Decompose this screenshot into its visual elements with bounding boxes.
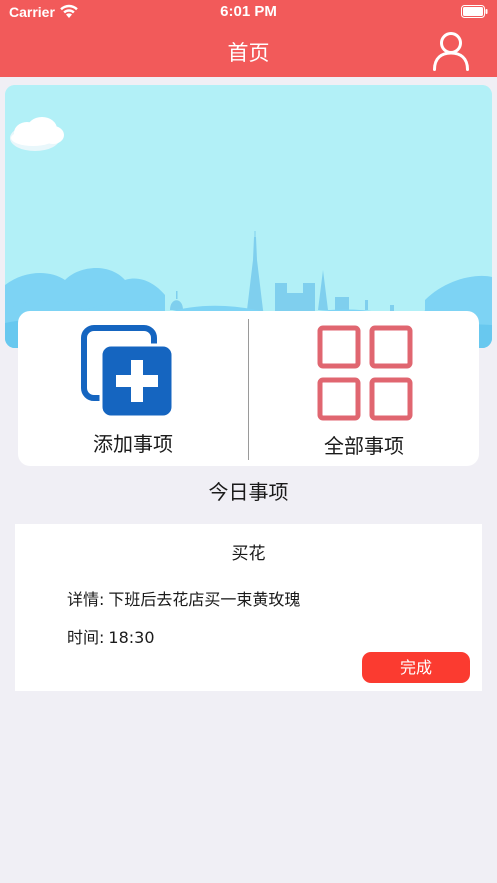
all-items-button[interactable]: 全部事项 <box>249 311 479 466</box>
home-screen: Carrier 6:01 PM 首页 添加事项 全部事项 今日事项 买花 详情:… <box>0 0 497 883</box>
banner-illustration <box>5 85 492 348</box>
page-title: 首页 <box>227 41 270 65</box>
done-button[interactable]: 完成 <box>362 652 470 683</box>
task-time-value: 18:30 <box>108 628 155 647</box>
task-detail-label: 详情: <box>67 590 105 609</box>
task-time-label: 时间: <box>67 628 105 647</box>
all-items-label: 全部事项 <box>324 434 404 458</box>
task-detail-value: 下班后去花店买一束黄玫瑰 <box>108 590 301 609</box>
city-skyline-illustration <box>5 85 492 348</box>
navigation-header: Carrier 6:01 PM 首页 <box>0 0 497 77</box>
action-card: 添加事项 全部事项 <box>18 311 479 466</box>
task-detail-row: 详情: 下班后去花店买一束黄玫瑰 <box>67 586 300 610</box>
add-item-label: 添加事项 <box>93 432 173 456</box>
task-time-row: 时间: 18:30 <box>67 624 155 648</box>
battery-icon <box>461 5 488 18</box>
task-title: 买花 <box>231 544 266 564</box>
today-section-title: 今日事项 <box>208 480 289 504</box>
grid-icon <box>317 325 413 421</box>
task-card: 买花 详情: 下班后去花店买一束黄玫瑰 时间: 18:30 完成 <box>15 524 482 691</box>
user-icon[interactable] <box>432 31 470 71</box>
status-time: 6:01 PM <box>220 3 277 20</box>
add-item-button[interactable]: 添加事项 <box>18 311 248 466</box>
add-item-icon <box>81 325 175 419</box>
